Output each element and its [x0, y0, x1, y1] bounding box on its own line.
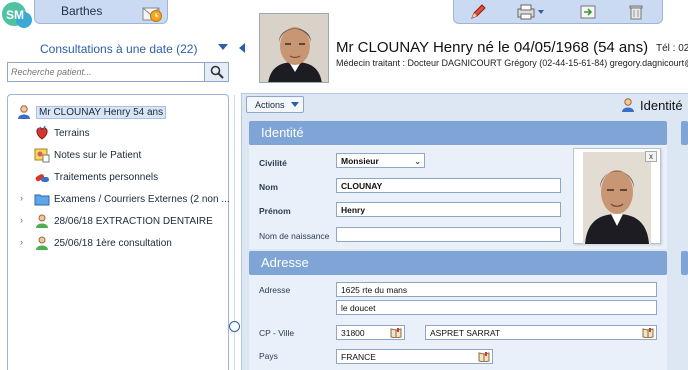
prenom-field[interactable]: Henry [336, 202, 561, 217]
adresse-label: Adresse [259, 285, 291, 295]
folder-icon [34, 191, 50, 207]
civilite-label: Civilité [259, 158, 287, 168]
nom-label: Nom [259, 182, 278, 192]
heart-icon [34, 125, 50, 141]
search-icon[interactable] [204, 63, 228, 81]
tree-item-label: Mr CLOUNAY Henry 54 ans [36, 105, 167, 119]
export-icon[interactable] [576, 2, 600, 22]
lookup-book-icon[interactable] [478, 351, 490, 363]
pays-field[interactable]: FRANCE [336, 349, 493, 364]
section-header-stub [681, 251, 688, 275]
civilite-select[interactable]: Monsieur ⌄ [336, 153, 425, 168]
adresse-line1-field[interactable]: 1625 rte du mans [336, 282, 657, 297]
user-tab[interactable]: Barthes [34, 0, 168, 24]
close-photo-icon[interactable]: x [645, 151, 657, 162]
splitter-handle[interactable] [229, 321, 240, 332]
consult-icon [34, 213, 50, 229]
patient-icon [620, 97, 636, 113]
cp-ville-label: CP - Ville [259, 328, 295, 338]
tree-item-terrains[interactable]: Terrains [34, 124, 90, 142]
consult-icon [34, 235, 50, 251]
trash-icon[interactable] [624, 2, 648, 22]
pills-icon [34, 169, 50, 185]
tree-item-notes[interactable]: Notes sur le Patient [34, 146, 141, 164]
phone-label: Tél : 02 [656, 43, 688, 54]
section-header-stub [681, 121, 688, 145]
svg-text:SM: SM [6, 8, 24, 22]
adresse-line2-field[interactable]: le doucet [336, 300, 657, 315]
clock-envelope-icon[interactable] [141, 2, 163, 24]
chevron-down-icon: ⌄ [414, 157, 421, 166]
patient-search [7, 62, 229, 82]
lookup-book-icon[interactable] [390, 327, 402, 339]
collapse-sidebar-icon[interactable] [239, 43, 245, 53]
tree-item-examens[interactable]: Examens / Courriers Externes (2 non ... [34, 190, 230, 208]
nom-field[interactable]: CLOUNAY [336, 178, 561, 193]
chevron-down-icon [291, 102, 299, 107]
expand-chevron-icon[interactable]: › [20, 215, 23, 225]
ville-field[interactable]: ASPRET SARRAT [425, 325, 657, 340]
tree-item-consult-2[interactable]: 25/06/18 1ère consultation [34, 234, 172, 252]
patient-title: Mr CLOUNAY Henry né le 04/05/1968 (54 an… [336, 39, 649, 56]
pen-icon[interactable] [466, 2, 490, 22]
tree-item-patient[interactable]: Mr CLOUNAY Henry 54 ans [16, 103, 167, 121]
expand-chevron-icon[interactable]: › [20, 193, 23, 203]
identite-section-header: Identité [249, 121, 667, 145]
print-icon[interactable] [514, 2, 548, 22]
consultations-date-link[interactable]: Consultations à une date (22) [40, 42, 197, 56]
cp-field[interactable]: 31800 [336, 325, 405, 340]
user-name: Barthes [61, 4, 103, 18]
app-logo[interactable]: SM [0, 0, 34, 30]
expand-chevron-icon[interactable]: › [20, 237, 23, 247]
prenom-label: Prénom [259, 206, 291, 216]
tree-item-traitements[interactable]: Traitements personnels [34, 168, 158, 186]
nom-naissance-field[interactable] [336, 227, 561, 242]
patient-photo-large [583, 152, 651, 244]
lookup-book-icon[interactable] [642, 327, 654, 339]
chevron-down-icon[interactable] [218, 44, 228, 50]
nom-naissance-label: Nom de naissance [259, 231, 330, 241]
patient-photo-card[interactable] [573, 148, 661, 244]
doctor-line: Médecin traitant : Docteur DAGNICOURT Gr… [336, 58, 688, 68]
actions-dropdown[interactable]: Actions [246, 96, 304, 113]
adresse-section-header: Adresse [249, 251, 667, 275]
patient-icon [16, 104, 32, 120]
patient-search-input[interactable] [11, 65, 201, 79]
patient-photo[interactable] [259, 13, 329, 83]
notes-icon [34, 147, 50, 163]
tree-item-consult-1[interactable]: 28/06/18 EXTRACTION DENTAIRE [34, 212, 213, 230]
pays-label: Pays [259, 351, 278, 361]
main-toolbar [453, 0, 663, 24]
panel-title: Identité [620, 97, 683, 113]
